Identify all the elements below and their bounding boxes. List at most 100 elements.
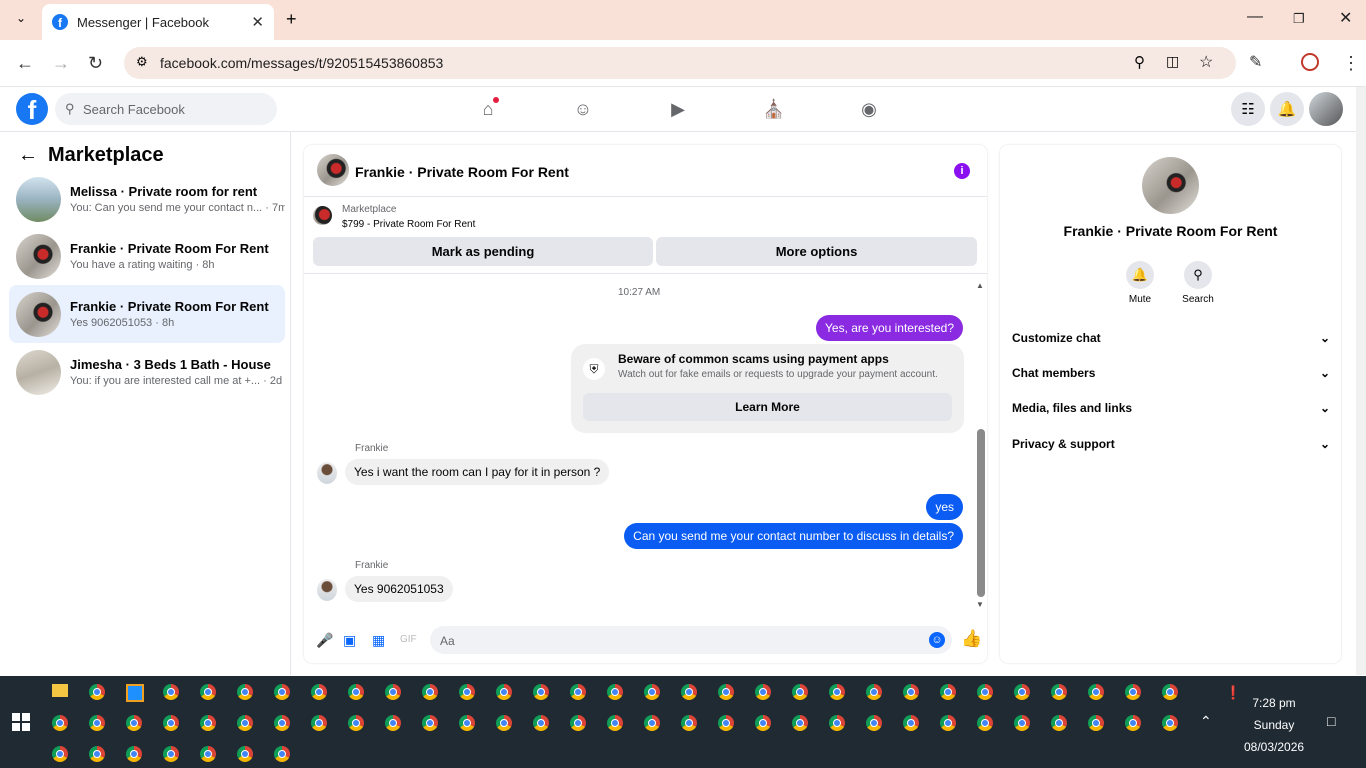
- scroll-up-icon[interactable]: ▲: [976, 281, 984, 290]
- chrome-taskbar-icon[interactable]: [126, 746, 142, 762]
- account-avatar[interactable]: [1309, 92, 1343, 126]
- extensions-icon[interactable]: ✎: [1249, 53, 1262, 73]
- back-icon[interactable]: ←: [16, 53, 34, 73]
- menu-grid-icon[interactable]: ☷: [1231, 92, 1265, 126]
- restore-icon[interactable]: ❐: [1293, 11, 1305, 27]
- chrome-taskbar-icon[interactable]: [977, 715, 993, 731]
- bookmark-star-icon[interactable]: ☆: [1199, 52, 1213, 72]
- chrome-taskbar-icon[interactable]: [718, 715, 734, 731]
- message-bubble-received[interactable]: Yes 9062051053: [345, 576, 453, 602]
- minimize-icon[interactable]: —: [1247, 8, 1263, 26]
- chrome-taskbar-icon[interactable]: [644, 684, 660, 700]
- chrome-taskbar-icon[interactable]: [644, 715, 660, 731]
- listing-title[interactable]: $799 - Private Room For Rent: [342, 219, 475, 230]
- section-chat-members[interactable]: Chat members ⌄: [1012, 366, 1330, 386]
- windows-start-icon[interactable]: [12, 713, 30, 731]
- chrome-taskbar-icon[interactable]: [940, 684, 956, 700]
- thumbs-up-icon[interactable]: 👍: [961, 629, 982, 649]
- network-icon[interactable]: ❗: [1225, 685, 1241, 701]
- forward-icon[interactable]: →: [52, 53, 70, 73]
- address-bar[interactable]: ⚙ facebook.com/messages/t/92051545386085…: [124, 47, 1236, 79]
- chrome-taskbar-icon[interactable]: [977, 684, 993, 700]
- chat-title[interactable]: Frankie · Private Room For Rent: [355, 164, 569, 180]
- install-app-icon[interactable]: ◫: [1166, 53, 1179, 70]
- page-scrollbar[interactable]: [1356, 87, 1366, 675]
- chat-avatar[interactable]: [317, 154, 349, 186]
- chrome-taskbar-icon[interactable]: [348, 684, 364, 700]
- chrome-taskbar-icon[interactable]: [89, 746, 105, 762]
- chrome-taskbar-icon[interactable]: [1014, 684, 1030, 700]
- chrome-taskbar-icon[interactable]: [903, 684, 919, 700]
- conversation-item[interactable]: Jimesha · 3 Beds 1 Bath - House You: if …: [9, 343, 285, 401]
- section-privacy-support[interactable]: Privacy & support ⌄: [1012, 437, 1330, 457]
- chrome-taskbar-icon[interactable]: [496, 684, 512, 700]
- chrome-taskbar-icon[interactable]: [496, 715, 512, 731]
- chrome-taskbar-icon[interactable]: [681, 684, 697, 700]
- video-icon[interactable]: ▶: [666, 97, 690, 121]
- section-customize-chat[interactable]: Customize chat ⌄: [1012, 331, 1330, 351]
- scrollbar-thumb[interactable]: [977, 429, 985, 597]
- chrome-taskbar-icon[interactable]: [311, 715, 327, 731]
- chrome-taskbar-icon[interactable]: [607, 684, 623, 700]
- chrome-taskbar-icon[interactable]: [570, 715, 586, 731]
- tab-list-icon[interactable]: ⌄: [16, 11, 26, 25]
- notifications-center-icon[interactable]: □: [1327, 713, 1335, 729]
- sync-app-icon[interactable]: [126, 684, 144, 702]
- chrome-taskbar-icon[interactable]: [829, 715, 845, 731]
- chrome-taskbar-icon[interactable]: [237, 684, 253, 700]
- chrome-taskbar-icon[interactable]: [829, 684, 845, 700]
- microphone-icon[interactable]: 🎤: [316, 632, 333, 649]
- chrome-taskbar-icon[interactable]: [311, 684, 327, 700]
- conversation-item[interactable]: Melissa · Private room for rent You: Can…: [9, 170, 285, 228]
- chrome-taskbar-icon[interactable]: [792, 684, 808, 700]
- chrome-taskbar-icon[interactable]: [903, 715, 919, 731]
- photo-icon[interactable]: ▣: [343, 632, 356, 649]
- friends-icon[interactable]: ☺: [571, 97, 595, 121]
- chrome-taskbar-icon[interactable]: [755, 715, 771, 731]
- facebook-search-input[interactable]: ⚲ Search Facebook: [55, 93, 277, 125]
- more-options-button[interactable]: More options: [656, 237, 977, 266]
- chrome-taskbar-icon[interactable]: [237, 715, 253, 731]
- chrome-taskbar-icon[interactable]: [1051, 715, 1067, 731]
- chrome-taskbar-icon[interactable]: [52, 746, 68, 762]
- chrome-taskbar-icon[interactable]: [422, 715, 438, 731]
- chrome-taskbar-icon[interactable]: [459, 715, 475, 731]
- chrome-taskbar-icon[interactable]: [200, 715, 216, 731]
- chrome-taskbar-icon[interactable]: [866, 715, 882, 731]
- chrome-taskbar-icon[interactable]: [237, 746, 253, 762]
- chrome-taskbar-icon[interactable]: [718, 684, 734, 700]
- chrome-taskbar-icon[interactable]: [1014, 715, 1030, 731]
- chrome-taskbar-icon[interactable]: [385, 684, 401, 700]
- facebook-logo-icon[interactable]: f: [16, 93, 48, 125]
- message-bubble-sent[interactable]: yes: [926, 494, 963, 520]
- chrome-taskbar-icon[interactable]: [348, 715, 364, 731]
- back-arrow-icon[interactable]: ←: [18, 144, 38, 167]
- info-icon[interactable]: i: [954, 163, 970, 179]
- groups-icon[interactable]: ◉: [857, 97, 881, 121]
- chrome-taskbar-icon[interactable]: [422, 684, 438, 700]
- tray-clock[interactable]: 7:28 pm Sunday 08/03/2026: [1244, 692, 1304, 758]
- browser-menu-icon[interactable]: ⋮: [1342, 53, 1360, 73]
- chrome-taskbar-icon[interactable]: [126, 715, 142, 731]
- zoom-icon[interactable]: ⚲: [1134, 53, 1145, 71]
- scroll-down-icon[interactable]: ▼: [976, 600, 984, 609]
- marketplace-icon[interactable]: ⛪: [762, 97, 786, 121]
- chrome-taskbar-icon[interactable]: [1088, 684, 1104, 700]
- chrome-taskbar-icon[interactable]: [52, 715, 68, 731]
- sender-avatar[interactable]: [317, 579, 337, 601]
- browser-tab[interactable]: f Messenger | Facebook ✕: [42, 4, 274, 40]
- chrome-taskbar-icon[interactable]: [89, 684, 105, 700]
- reload-icon[interactable]: ↻: [88, 53, 103, 73]
- chrome-taskbar-icon[interactable]: [866, 684, 882, 700]
- learn-more-button[interactable]: Learn More: [583, 393, 952, 421]
- chrome-taskbar-icon[interactable]: [89, 715, 105, 731]
- message-bubble-sent[interactable]: Yes, are you interested?: [816, 315, 963, 341]
- chrome-taskbar-icon[interactable]: [274, 715, 290, 731]
- chrome-taskbar-icon[interactable]: [1162, 684, 1178, 700]
- sticker-icon[interactable]: ▦: [372, 632, 385, 649]
- search-button[interactable]: ⚲ Search: [1168, 261, 1228, 305]
- message-bubble-received[interactable]: Yes i want the room can I pay for it in …: [345, 459, 610, 485]
- chrome-taskbar-icon[interactable]: [163, 684, 179, 700]
- chrome-taskbar-icon[interactable]: [533, 684, 549, 700]
- conversation-item[interactable]: Frankie · Private Room For Rent You have…: [9, 227, 285, 285]
